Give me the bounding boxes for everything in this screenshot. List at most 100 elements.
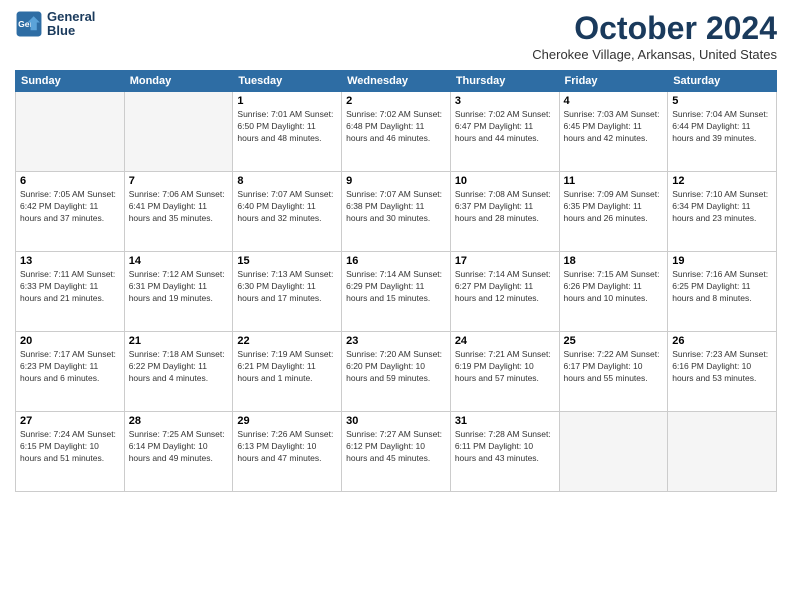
logo-text: General Blue bbox=[47, 10, 95, 39]
table-row bbox=[668, 412, 777, 492]
table-row: 14 Sunrise: 7:12 AM Sunset: 6:31 PM Dayli… bbox=[124, 252, 233, 332]
table-row: 4Sunrise: 7:03 AM Sunset: 6:45 PM Daylig… bbox=[559, 92, 668, 172]
table-row: 13Sunrise: 7:11 AM Sunset: 6:33 PM Dayli… bbox=[16, 252, 125, 332]
table-row: 12Sunrise: 7:10 AM Sunset: 6:34 PM Dayli… bbox=[668, 172, 777, 252]
day-info: Sunrise: 7:17 AM Sunset: 6:23 PM Dayligh… bbox=[20, 349, 120, 385]
day-number: 14 bbox=[129, 255, 229, 267]
col-thursday: Thursday bbox=[450, 71, 559, 92]
day-number: 4 bbox=[564, 95, 664, 107]
day-number: 10 bbox=[455, 175, 555, 187]
table-row bbox=[16, 92, 125, 172]
day-info: Sunrise: 7:18 AM Sunset: 6:22 PM Dayligh… bbox=[129, 349, 229, 385]
day-number: 1 bbox=[237, 95, 337, 107]
day-info: Sunrise: 7:23 AM Sunset: 6:16 PM Dayligh… bbox=[672, 349, 772, 385]
table-row: 20 Sunrise: 7:17 AM Sunset: 6:23 PM Dayli… bbox=[16, 332, 125, 412]
day-info: Sunrise: 7:10 AM Sunset: 6:34 PM Dayligh… bbox=[672, 189, 772, 225]
day-number: 5 bbox=[672, 95, 772, 107]
day-number: 6 bbox=[20, 175, 120, 187]
day-info: Sunrise: 7:09 AM Sunset: 6:35 PM Dayligh… bbox=[564, 189, 664, 225]
day-info: Sunrise: 7:15 AM Sunset: 6:26 PM Dayligh… bbox=[564, 269, 664, 305]
day-info: Sunrise: 7:05 AM Sunset: 6:42 PM Dayligh… bbox=[20, 189, 120, 225]
table-row: 8 Sunrise: 7:07 AM Sunset: 6:40 PM Daylig… bbox=[233, 172, 342, 252]
day-info: Sunrise: 7:02 AM Sunset: 6:48 PM Dayligh… bbox=[346, 109, 446, 145]
table-row: 24 Sunrise: 7:21 AM Sunset: 6:19 PM Dayli… bbox=[450, 332, 559, 412]
logo: Gen General Blue bbox=[15, 10, 95, 39]
table-row: 31 Sunrise: 7:28 AM Sunset: 6:11 PM Dayli… bbox=[450, 412, 559, 492]
table-row: 29 Sunrise: 7:26 AM Sunset: 6:13 PM Dayli… bbox=[233, 412, 342, 492]
day-number: 2 bbox=[346, 95, 446, 107]
day-number: 27 bbox=[20, 415, 120, 427]
day-number: 22 bbox=[237, 335, 337, 347]
table-row: 6 Sunrise: 7:05 AM Sunset: 6:42 PM Daylig… bbox=[16, 172, 125, 252]
day-number: 30 bbox=[346, 415, 446, 427]
day-number: 15 bbox=[237, 255, 337, 267]
table-row: 11 Sunrise: 7:09 AM Sunset: 6:35 PM Dayli… bbox=[559, 172, 668, 252]
col-wednesday: Wednesday bbox=[342, 71, 451, 92]
day-info: Sunrise: 7:19 AM Sunset: 6:21 PM Dayligh… bbox=[237, 349, 337, 385]
day-info: Sunrise: 7:07 AM Sunset: 6:40 PM Dayligh… bbox=[237, 189, 337, 225]
table-row bbox=[124, 92, 233, 172]
calendar-week-row: 20 Sunrise: 7:17 AM Sunset: 6:23 PM Dayli… bbox=[16, 332, 777, 412]
day-number: 19 bbox=[672, 255, 772, 267]
table-row: 30 Sunrise: 7:27 AM Sunset: 6:12 PM Dayli… bbox=[342, 412, 451, 492]
day-info: Sunrise: 7:02 AM Sunset: 6:47 PM Dayligh… bbox=[455, 109, 555, 145]
day-info: Sunrise: 7:16 AM Sunset: 6:25 PM Dayligh… bbox=[672, 269, 772, 305]
table-row: 25 Sunrise: 7:22 AM Sunset: 6:17 PM Dayli… bbox=[559, 332, 668, 412]
day-info: Sunrise: 7:21 AM Sunset: 6:19 PM Dayligh… bbox=[455, 349, 555, 385]
table-row: 9 Sunrise: 7:07 AM Sunset: 6:38 PM Daylig… bbox=[342, 172, 451, 252]
table-row: 23Sunrise: 7:20 AM Sunset: 6:20 PM Dayli… bbox=[342, 332, 451, 412]
calendar-table: Sunday Monday Tuesday Wednesday Thursday… bbox=[15, 70, 777, 492]
day-info: Sunrise: 7:26 AM Sunset: 6:13 PM Dayligh… bbox=[237, 429, 337, 465]
col-saturday: Saturday bbox=[668, 71, 777, 92]
day-number: 25 bbox=[564, 335, 664, 347]
day-number: 29 bbox=[237, 415, 337, 427]
table-row: 5Sunrise: 7:04 AM Sunset: 6:44 PM Daylig… bbox=[668, 92, 777, 172]
table-row: 17 Sunrise: 7:14 AM Sunset: 6:27 PM Dayli… bbox=[450, 252, 559, 332]
day-number: 3 bbox=[455, 95, 555, 107]
calendar-week-row: 13Sunrise: 7:11 AM Sunset: 6:33 PM Dayli… bbox=[16, 252, 777, 332]
day-number: 13 bbox=[20, 255, 120, 267]
table-row: 7Sunrise: 7:06 AM Sunset: 6:41 PM Daylig… bbox=[124, 172, 233, 252]
calendar-week-row: 6 Sunrise: 7:05 AM Sunset: 6:42 PM Daylig… bbox=[16, 172, 777, 252]
col-monday: Monday bbox=[124, 71, 233, 92]
table-row: 28Sunrise: 7:25 AM Sunset: 6:14 PM Dayli… bbox=[124, 412, 233, 492]
day-number: 8 bbox=[237, 175, 337, 187]
table-row: 2 Sunrise: 7:02 AM Sunset: 6:48 PM Daylig… bbox=[342, 92, 451, 172]
day-info: Sunrise: 7:14 AM Sunset: 6:29 PM Dayligh… bbox=[346, 269, 446, 305]
table-row: 10 Sunrise: 7:08 AM Sunset: 6:37 PM Dayli… bbox=[450, 172, 559, 252]
table-row: 3 Sunrise: 7:02 AM Sunset: 6:47 PM Daylig… bbox=[450, 92, 559, 172]
day-info: Sunrise: 7:14 AM Sunset: 6:27 PM Dayligh… bbox=[455, 269, 555, 305]
day-number: 20 bbox=[20, 335, 120, 347]
calendar-week-row: 1 Sunrise: 7:01 AM Sunset: 6:50 PM Daylig… bbox=[16, 92, 777, 172]
day-info: Sunrise: 7:28 AM Sunset: 6:11 PM Dayligh… bbox=[455, 429, 555, 465]
day-number: 16 bbox=[346, 255, 446, 267]
logo-icon: Gen bbox=[15, 10, 43, 38]
day-info: Sunrise: 7:22 AM Sunset: 6:17 PM Dayligh… bbox=[564, 349, 664, 385]
table-row: 21Sunrise: 7:18 AM Sunset: 6:22 PM Dayli… bbox=[124, 332, 233, 412]
table-row: 22 Sunrise: 7:19 AM Sunset: 6:21 PM Dayli… bbox=[233, 332, 342, 412]
logo-line1: General bbox=[47, 10, 95, 24]
day-info: Sunrise: 7:06 AM Sunset: 6:41 PM Dayligh… bbox=[129, 189, 229, 225]
day-info: Sunrise: 7:13 AM Sunset: 6:30 PM Dayligh… bbox=[237, 269, 337, 305]
table-row: 16 Sunrise: 7:14 AM Sunset: 6:29 PM Dayli… bbox=[342, 252, 451, 332]
calendar-week-row: 27Sunrise: 7:24 AM Sunset: 6:15 PM Dayli… bbox=[16, 412, 777, 492]
location-title: Cherokee Village, Arkansas, United State… bbox=[532, 47, 777, 62]
day-number: 9 bbox=[346, 175, 446, 187]
day-info: Sunrise: 7:20 AM Sunset: 6:20 PM Dayligh… bbox=[346, 349, 446, 385]
page: Gen General Blue October 2024 Cherokee V… bbox=[0, 0, 792, 612]
day-info: Sunrise: 7:01 AM Sunset: 6:50 PM Dayligh… bbox=[237, 109, 337, 145]
calendar-header-row: Sunday Monday Tuesday Wednesday Thursday… bbox=[16, 71, 777, 92]
day-number: 26 bbox=[672, 335, 772, 347]
day-info: Sunrise: 7:07 AM Sunset: 6:38 PM Dayligh… bbox=[346, 189, 446, 225]
table-row: 1 Sunrise: 7:01 AM Sunset: 6:50 PM Daylig… bbox=[233, 92, 342, 172]
header: Gen General Blue October 2024 Cherokee V… bbox=[15, 10, 777, 62]
day-info: Sunrise: 7:12 AM Sunset: 6:31 PM Dayligh… bbox=[129, 269, 229, 305]
table-row: 15 Sunrise: 7:13 AM Sunset: 6:30 PM Dayli… bbox=[233, 252, 342, 332]
day-info: Sunrise: 7:25 AM Sunset: 6:14 PM Dayligh… bbox=[129, 429, 229, 465]
day-number: 11 bbox=[564, 175, 664, 187]
day-number: 24 bbox=[455, 335, 555, 347]
day-info: Sunrise: 7:08 AM Sunset: 6:37 PM Dayligh… bbox=[455, 189, 555, 225]
day-number: 17 bbox=[455, 255, 555, 267]
day-number: 31 bbox=[455, 415, 555, 427]
day-info: Sunrise: 7:27 AM Sunset: 6:12 PM Dayligh… bbox=[346, 429, 446, 465]
